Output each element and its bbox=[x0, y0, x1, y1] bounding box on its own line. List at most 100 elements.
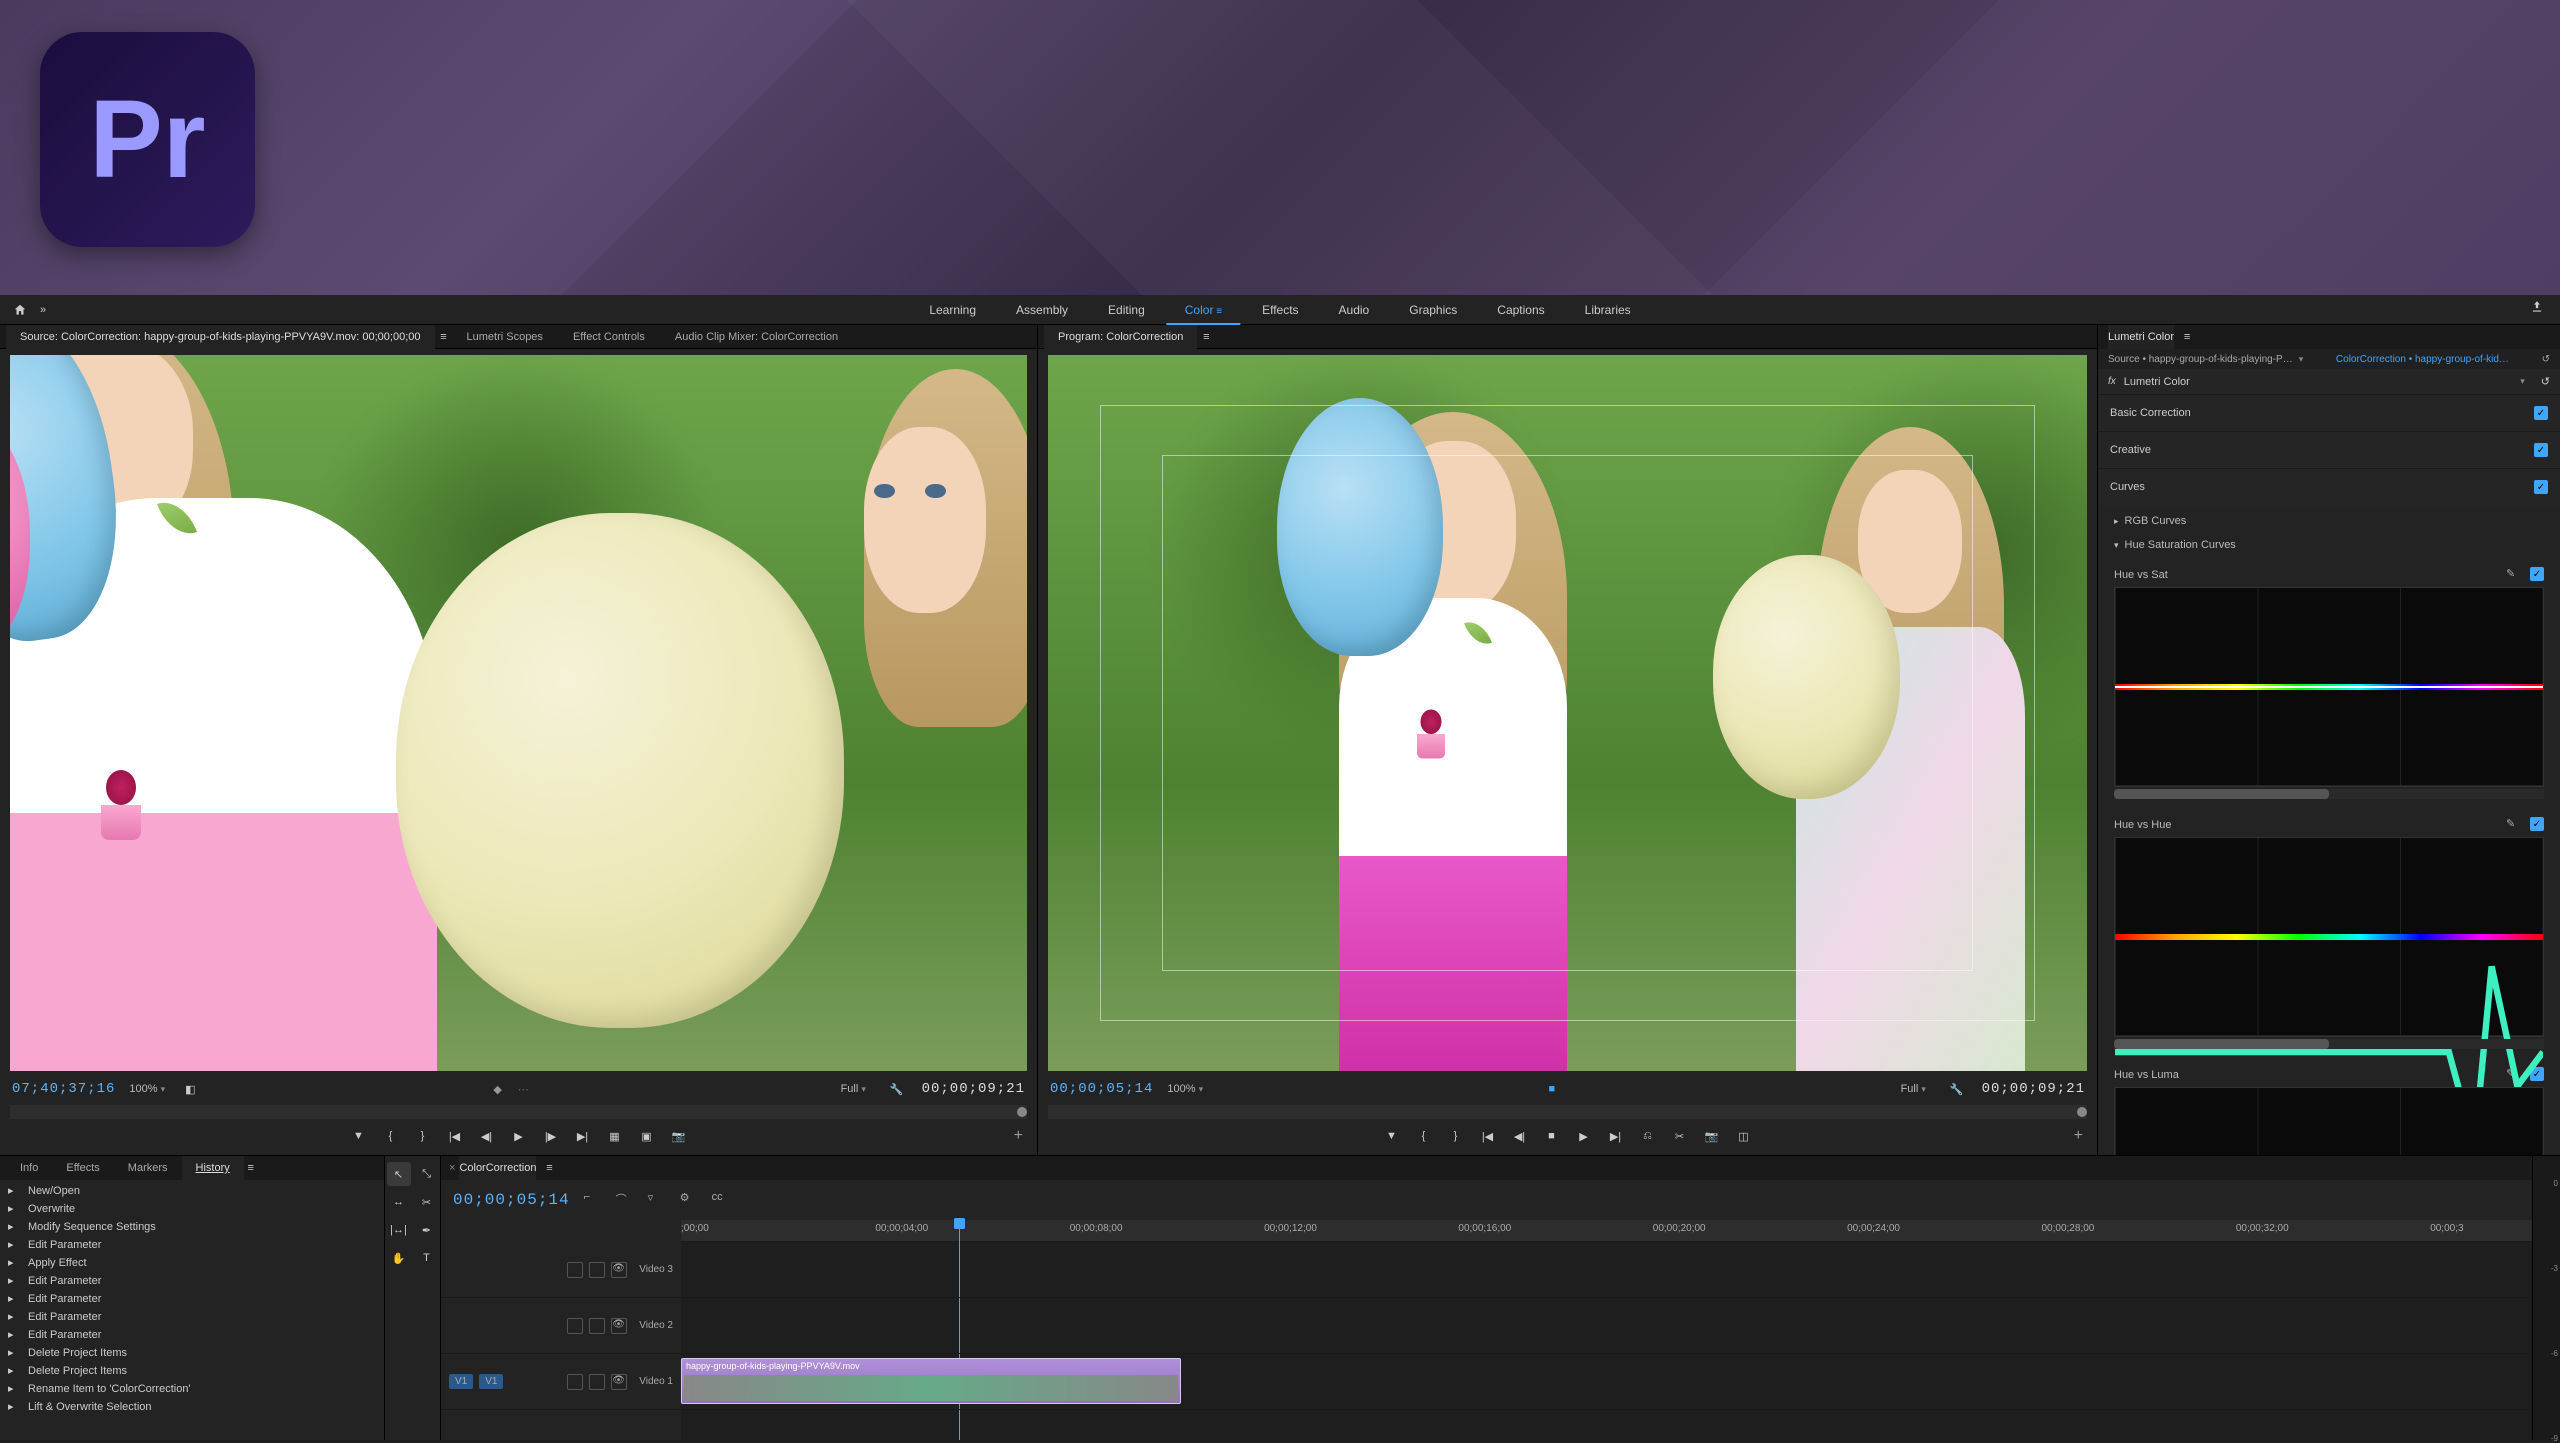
lumetri-section-basic-correction[interactable]: Basic Correction✓ bbox=[2098, 395, 2560, 431]
history-item[interactable]: ▸New/Open bbox=[0, 1182, 384, 1200]
history-item[interactable]: ▸Edit Parameter bbox=[0, 1236, 384, 1254]
workspace-libraries[interactable]: Libraries bbox=[1567, 295, 1649, 325]
source-marker-icon[interactable]: ◆ bbox=[493, 1083, 501, 1096]
history-item[interactable]: ▸Delete Project Items bbox=[0, 1362, 384, 1380]
hand-tool[interactable]: ✋ bbox=[387, 1246, 411, 1270]
source-scrub-bar[interactable] bbox=[10, 1105, 1027, 1119]
go-to-out-button[interactable]: ▶| bbox=[572, 1125, 594, 1147]
track-v3-row[interactable] bbox=[681, 1242, 2532, 1298]
go-to-in-button[interactable]: |◀ bbox=[1477, 1125, 1499, 1147]
razor-tool[interactable]: ✂ bbox=[415, 1190, 439, 1214]
track-header-video-2[interactable]: 👁Video 2 bbox=[441, 1298, 681, 1354]
sync-lock-toggle[interactable] bbox=[589, 1318, 605, 1334]
tab-program[interactable]: Program: ColorCorrection bbox=[1044, 325, 1197, 349]
workspace-assembly[interactable]: Assembly bbox=[998, 295, 1086, 325]
ripple-edit-tool[interactable]: ↔ bbox=[387, 1190, 411, 1214]
mark-in-button[interactable]: { bbox=[1413, 1125, 1435, 1147]
step-back-button[interactable]: ◀| bbox=[476, 1125, 498, 1147]
play-button[interactable]: ▶ bbox=[1573, 1125, 1595, 1147]
source-viewer[interactable] bbox=[10, 355, 1027, 1071]
curves-sub-hue-saturation-curves[interactable]: ▾Hue Saturation Curves bbox=[2114, 533, 2544, 557]
lumetri-section-curves[interactable]: Curves✓ bbox=[2098, 469, 2560, 505]
track-v2-row[interactable] bbox=[681, 1298, 2532, 1354]
program-scrub-bar[interactable] bbox=[1048, 1105, 2087, 1119]
history-item[interactable]: ▸Apply Effect bbox=[0, 1254, 384, 1272]
step-back-button[interactable]: ◀| bbox=[1509, 1125, 1531, 1147]
workspace-learning[interactable]: Learning bbox=[911, 295, 994, 325]
source-wrench-icon[interactable]: 🔧 bbox=[890, 1083, 904, 1096]
eyedropper-tool[interactable]: ✎ bbox=[2506, 567, 2522, 583]
history-item[interactable]: ▸Lift & Overwrite Selection bbox=[0, 1398, 384, 1416]
track-output-toggle[interactable]: 👁 bbox=[611, 1262, 627, 1278]
timeline-settings[interactable]: ⚙ bbox=[680, 1191, 698, 1209]
workspace-captions[interactable]: Captions bbox=[1479, 295, 1562, 325]
lumetri-reset-button[interactable]: ↺ bbox=[2542, 354, 2550, 365]
selection-tool[interactable]: ↖ bbox=[387, 1162, 411, 1186]
track-header-video-1[interactable]: V1V1👁Video 1 bbox=[441, 1354, 681, 1410]
history-item[interactable]: ▸Edit Parameter bbox=[0, 1272, 384, 1290]
tab-history[interactable]: History bbox=[182, 1156, 244, 1180]
section-enable-checkbox[interactable]: ✓ bbox=[2534, 480, 2548, 494]
add-marker-button[interactable]: ▼ bbox=[348, 1125, 370, 1147]
track-v1-row[interactable]: happy-group-of-kids-playing-PPVYA9V.mov bbox=[681, 1354, 2532, 1410]
comparison-view-button[interactable]: ◫ bbox=[1733, 1125, 1755, 1147]
source-tab-0[interactable]: Source: ColorCorrection: happy-group-of-… bbox=[6, 325, 435, 349]
video-clip[interactable]: happy-group-of-kids-playing-PPVYA9V.mov bbox=[681, 1358, 1181, 1404]
track-output-toggle[interactable]: 👁 bbox=[611, 1374, 627, 1390]
source-fit[interactable]: Full ▾ bbox=[835, 1083, 872, 1095]
track-output-toggle[interactable]: 👁 bbox=[611, 1318, 627, 1334]
sync-lock-toggle[interactable] bbox=[589, 1262, 605, 1278]
section-enable-checkbox[interactable]: ✓ bbox=[2534, 443, 2548, 457]
history-item[interactable]: ▸Delete Project Items bbox=[0, 1344, 384, 1362]
tab-info[interactable]: Info bbox=[6, 1156, 52, 1180]
type-tool[interactable]: T bbox=[415, 1246, 439, 1270]
workspace-color[interactable]: Color ≡ bbox=[1167, 295, 1240, 325]
curve-scrollbar[interactable] bbox=[2114, 1039, 2544, 1049]
curve-scrollbar[interactable] bbox=[2114, 789, 2544, 799]
source-tab-3[interactable]: Audio Clip Mixer: ColorCorrection bbox=[661, 325, 852, 349]
history-item[interactable]: ▸Edit Parameter bbox=[0, 1326, 384, 1344]
tab-markers[interactable]: Markers bbox=[114, 1156, 182, 1180]
curve-canvas[interactable] bbox=[2114, 1087, 2544, 1155]
play-button[interactable]: ▶ bbox=[508, 1125, 530, 1147]
section-enable-checkbox[interactable]: ✓ bbox=[2534, 406, 2548, 420]
lock-toggle[interactable] bbox=[567, 1262, 583, 1278]
timeline-tc[interactable]: 00;00;05;14 bbox=[453, 1191, 570, 1209]
linked-selection-toggle[interactable]: ⌒ bbox=[616, 1191, 634, 1209]
snap-toggle[interactable]: ⌐ bbox=[584, 1191, 602, 1209]
lumetri-effect-dropdown[interactable]: Lumetri Color bbox=[2124, 376, 2512, 388]
history-item[interactable]: ▸Rename Item to 'ColorCorrection' bbox=[0, 1380, 384, 1398]
workspace-overflow[interactable]: » bbox=[30, 304, 56, 316]
export-frame-button[interactable]: 📷 bbox=[668, 1125, 690, 1147]
history-item[interactable]: ▸Edit Parameter bbox=[0, 1308, 384, 1326]
play-stop-button[interactable]: ■ bbox=[1541, 1125, 1563, 1147]
mark-in-button[interactable]: { bbox=[380, 1125, 402, 1147]
lumetri-section-creative[interactable]: Creative✓ bbox=[2098, 432, 2560, 468]
tab-lumetri-color[interactable]: Lumetri Color bbox=[2108, 325, 2174, 349]
add-marker-toggle[interactable]: ▿ bbox=[648, 1191, 666, 1209]
slip-tool[interactable]: |↔| bbox=[387, 1218, 411, 1242]
track-header-video-3[interactable]: 👁Video 3 bbox=[441, 1242, 681, 1298]
program-panel-menu[interactable]: ≡ bbox=[1199, 331, 1213, 343]
lock-toggle[interactable] bbox=[567, 1318, 583, 1334]
source-zoom[interactable]: 100% ▾ bbox=[123, 1083, 171, 1095]
curve-enable-checkbox[interactable]: ✓ bbox=[2530, 567, 2544, 581]
home-button[interactable] bbox=[10, 300, 30, 320]
program-fit[interactable]: Full ▾ bbox=[1895, 1083, 1932, 1095]
sequence-tab[interactable]: ColorCorrection bbox=[459, 1156, 536, 1180]
curve-canvas[interactable] bbox=[2114, 587, 2544, 787]
quick-export-button[interactable] bbox=[2530, 300, 2550, 320]
lumetri-target-clip[interactable]: ColorCorrection • happy-group-of-kid… bbox=[2336, 354, 2509, 365]
go-to-out-button[interactable]: ▶| bbox=[1605, 1125, 1627, 1147]
workspace-graphics[interactable]: Graphics bbox=[1391, 295, 1475, 325]
lock-toggle[interactable] bbox=[567, 1374, 583, 1390]
button-editor[interactable]: + bbox=[2074, 1127, 2083, 1145]
program-zoom[interactable]: 100% ▾ bbox=[1161, 1083, 1209, 1095]
program-viewer[interactable] bbox=[1048, 355, 2087, 1071]
workspace-editing[interactable]: Editing bbox=[1090, 295, 1163, 325]
source-resolution-half-icon[interactable]: ◧ bbox=[185, 1083, 195, 1096]
pen-tool[interactable]: ✒ bbox=[415, 1218, 439, 1242]
lumetri-panel-menu[interactable]: ≡ bbox=[2180, 331, 2194, 343]
go-to-in-button[interactable]: |◀ bbox=[444, 1125, 466, 1147]
add-marker-button[interactable]: ▼ bbox=[1381, 1125, 1403, 1147]
